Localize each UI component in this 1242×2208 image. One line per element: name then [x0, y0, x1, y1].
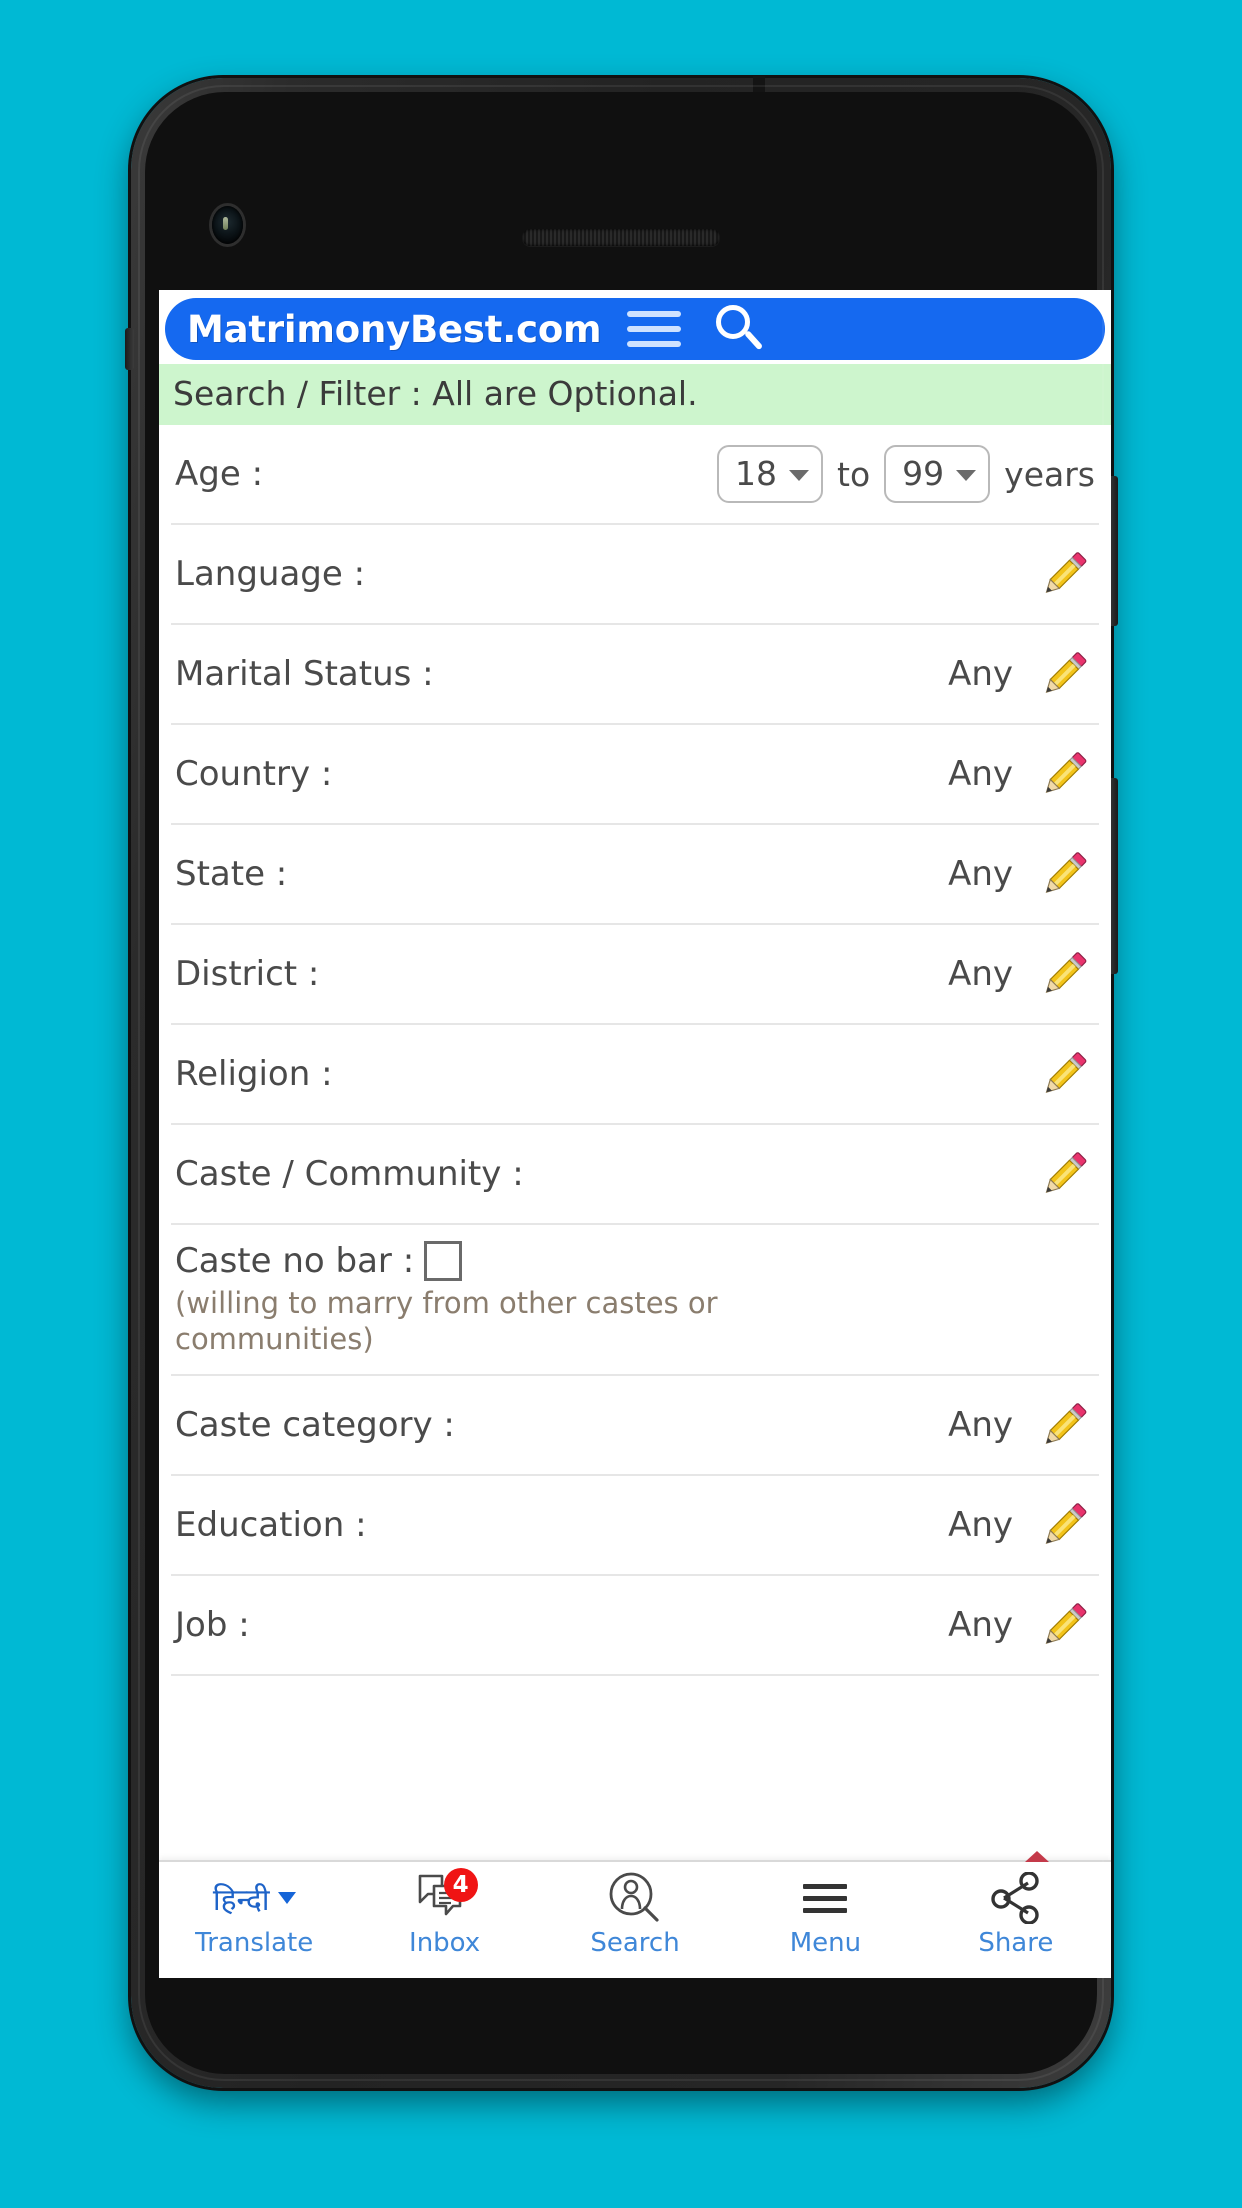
edit-pencil-icon[interactable]	[1033, 1394, 1095, 1456]
hamburger-bar	[627, 326, 682, 332]
nav-icon-wrap	[798, 1870, 852, 1926]
age-to-select[interactable]: 99	[884, 445, 991, 503]
filter-rows-group-2: Caste category : Any Education : Any Job : An…	[171, 1376, 1099, 1676]
filter-row[interactable]: Country : Any	[171, 725, 1099, 825]
chevron-down-icon	[956, 469, 977, 481]
nav-item-translate[interactable]: हिन्दी Translate	[159, 1862, 349, 1959]
search-icon[interactable]	[711, 301, 767, 357]
notification-tip-icon	[1025, 1851, 1049, 1862]
age-unit-label: years	[1004, 454, 1095, 494]
bottom-navigation: हिन्दी Translate 4 Inbox Search Menu Share	[159, 1851, 1111, 1978]
row-label: Caste / Community :	[175, 1154, 524, 1194]
filter-row[interactable]: Job : Any	[171, 1576, 1099, 1676]
phone-device: MatrimonyBest.com Search / Filter : All …	[125, 76, 1118, 2088]
nav-label: Menu	[789, 1928, 862, 1958]
age-from-value: 18	[735, 454, 778, 493]
nav-icon-wrap: हिन्दी	[213, 1870, 296, 1926]
translate-language-label: हिन्दी	[213, 1878, 296, 1919]
row-label: Caste category :	[175, 1404, 455, 1445]
hamburger-bar	[627, 311, 682, 317]
filter-row-caste-no-bar: Caste no bar : (willing to marry from ot…	[171, 1225, 1099, 1376]
nav-icon-wrap: 4	[416, 1868, 478, 1926]
filter-banner: Search / Filter : All are Optional.	[159, 364, 1111, 425]
caste-no-bar-checkbox[interactable]	[424, 1241, 463, 1281]
edit-pencil-icon[interactable]	[1033, 843, 1095, 905]
nav-icon-wrap	[988, 1870, 1044, 1926]
hamburger-icon	[803, 1884, 848, 1913]
search-handle	[744, 329, 764, 351]
nav-icon-wrap	[607, 1870, 663, 1926]
filter-row[interactable]: Caste / Community :	[171, 1125, 1099, 1225]
row-value: Any	[948, 654, 1013, 694]
row-value: Any	[948, 1504, 1013, 1545]
nav-label: Translate	[195, 1928, 314, 1958]
caste-no-bar-note: (willing to marry from other castes or c…	[175, 1286, 718, 1357]
app-header: MatrimonyBest.com	[165, 298, 1105, 360]
filter-list: Age : 18 to 99 years Language: Marital …	[159, 425, 1111, 1676]
row-value: Any	[948, 1604, 1013, 1645]
filter-row-age: Age : 18 to 99 years	[171, 425, 1099, 525]
age-to-value: 99	[902, 454, 945, 493]
edit-pencil-icon[interactable]	[1033, 643, 1095, 705]
person-search-icon	[609, 1872, 659, 1922]
row-label: Marital Status :	[175, 654, 434, 694]
nav-item-share[interactable]: Share	[921, 1862, 1111, 1958]
edit-pencil-icon[interactable]	[1033, 743, 1095, 805]
edit-pencil-icon[interactable]	[1033, 1143, 1095, 1205]
nav-item-inbox[interactable]: 4 Inbox	[349, 1862, 539, 1958]
edit-pencil-icon[interactable]	[1033, 943, 1095, 1005]
filter-rows-group-1: Language : Marital Status : Any Country : An…	[171, 525, 1099, 1225]
row-label: Religion :	[175, 1054, 333, 1094]
app-brand-title: MatrimonyBest.com	[187, 307, 602, 351]
row-label: Age :	[175, 454, 264, 494]
row-label: District :	[175, 954, 320, 994]
edit-pencil-icon[interactable]	[1033, 543, 1095, 605]
chevron-down-icon	[277, 1892, 296, 1904]
row-value: Any	[948, 954, 1013, 994]
earpiece-speaker	[522, 229, 720, 246]
hamburger-bar	[627, 341, 682, 347]
edit-pencil-icon[interactable]	[1033, 1043, 1095, 1105]
unread-badge: 4	[443, 1868, 478, 1902]
chevron-down-icon	[789, 469, 810, 481]
edit-pencil-icon[interactable]	[1033, 1594, 1095, 1656]
filter-row[interactable]: Religion :	[171, 1025, 1099, 1125]
row-label: Caste no bar :	[175, 1241, 415, 1281]
row-value: Any	[948, 754, 1013, 794]
row-label: Country :	[175, 754, 333, 794]
filter-row[interactable]: Marital Status : Any	[171, 625, 1099, 725]
row-value: Any	[948, 854, 1013, 894]
filter-row[interactable]: District : Any	[171, 925, 1099, 1025]
nav-label: Share	[978, 1928, 1054, 1958]
row-label: Job :	[175, 1604, 250, 1645]
row-label: Education :	[175, 1504, 367, 1545]
filter-row[interactable]: Education : Any	[171, 1476, 1099, 1576]
left-side-button[interactable]	[125, 328, 134, 370]
row-label: Language :	[175, 554, 366, 594]
filter-row[interactable]: Language :	[171, 525, 1099, 625]
edit-pencil-icon[interactable]	[1033, 1494, 1095, 1556]
nav-item-menu[interactable]: Menu	[730, 1862, 920, 1958]
filter-row[interactable]: Caste category : Any	[171, 1376, 1099, 1476]
filter-row[interactable]: State : Any	[171, 825, 1099, 925]
age-from-select[interactable]: 18	[717, 445, 824, 503]
row-value: Any	[948, 1404, 1013, 1445]
hamburger-icon[interactable]	[627, 309, 682, 349]
row-label: State :	[175, 854, 288, 894]
phone-bezel: MatrimonyBest.com Search / Filter : All …	[145, 92, 1111, 2074]
share-nodes-icon	[991, 1872, 1039, 1924]
age-controls: 18 to 99 years	[717, 445, 1095, 503]
nav-item-search[interactable]: Search	[540, 1862, 730, 1958]
app-screen: MatrimonyBest.com Search / Filter : All …	[159, 290, 1111, 1978]
caste-no-bar-line: Caste no bar :	[175, 1241, 1095, 1281]
age-to-word: to	[837, 454, 871, 494]
nav-label: Inbox	[409, 1928, 481, 1958]
front-camera-icon	[212, 206, 243, 244]
nav-label: Search	[590, 1928, 680, 1958]
